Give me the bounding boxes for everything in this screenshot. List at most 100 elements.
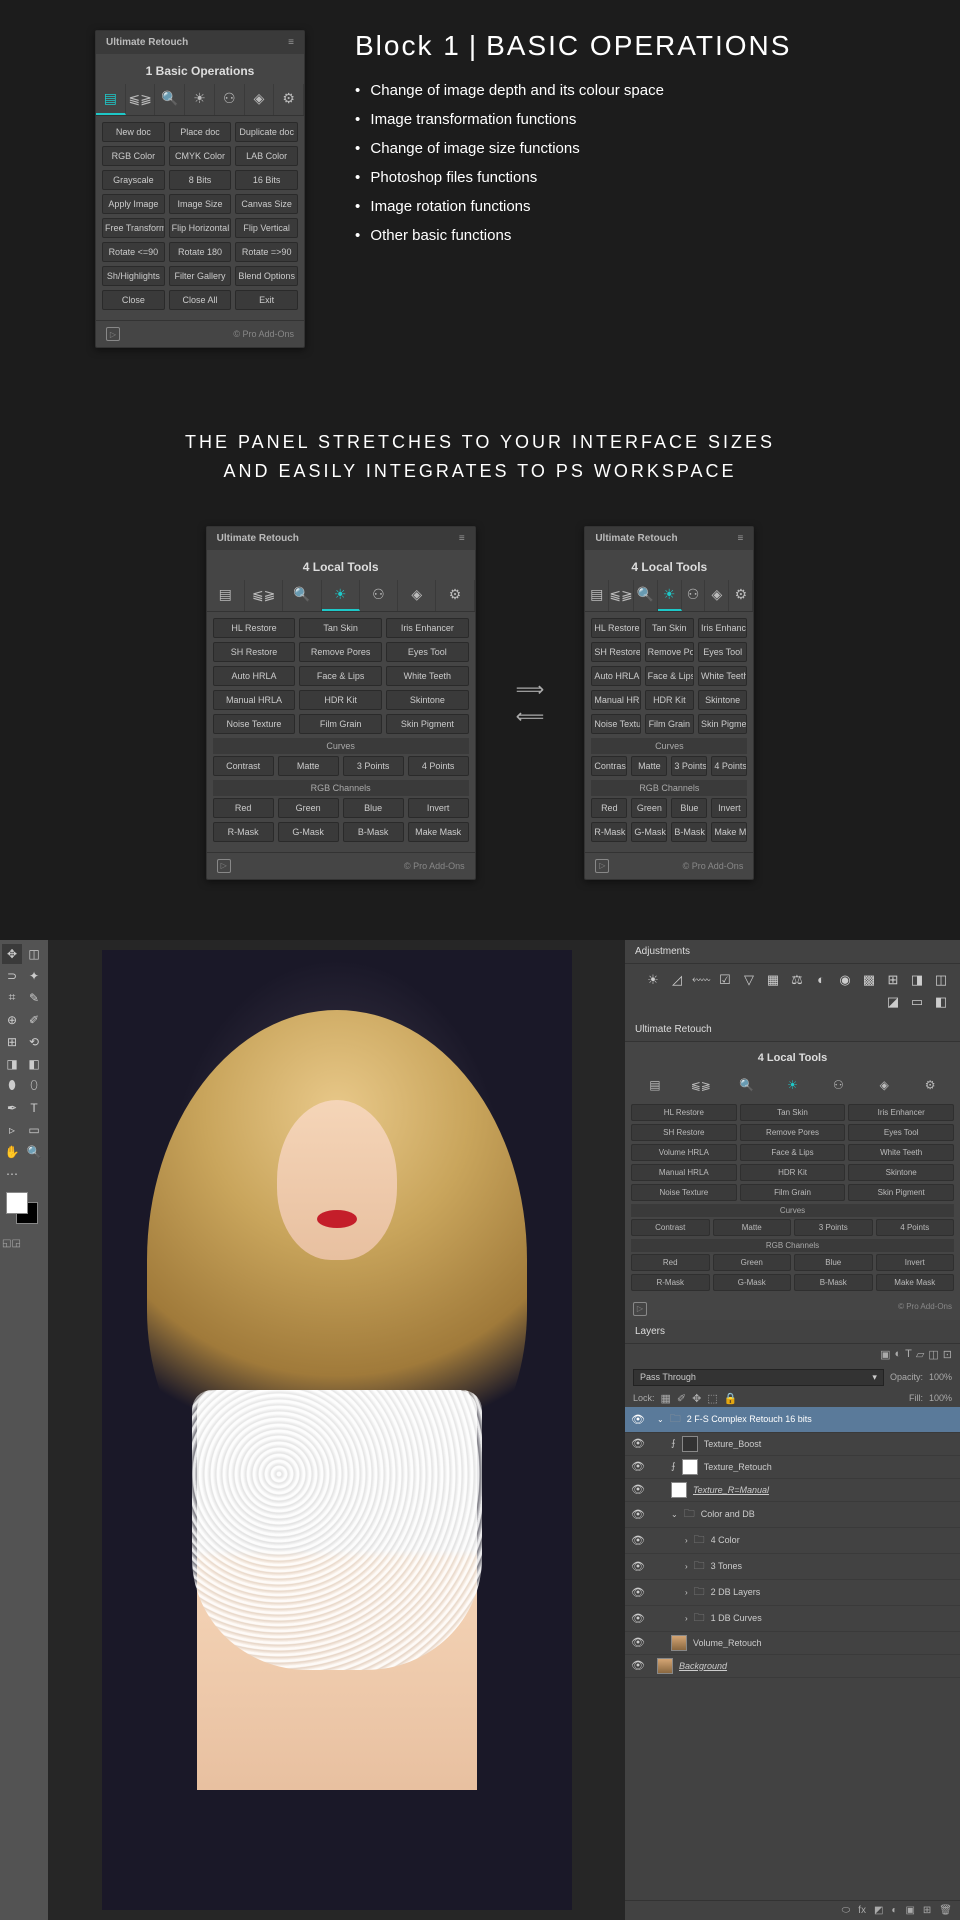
panel-button[interactable]: Red: [213, 798, 274, 818]
photo-filter-icon[interactable]: ◉: [836, 972, 854, 988]
layer-row[interactable]: 👁›🗀1 DB Curves: [625, 1606, 960, 1632]
panel-button[interactable]: Red: [591, 798, 627, 818]
levels-icon[interactable]: ◿: [668, 972, 686, 988]
expand-icon[interactable]: ›: [685, 1536, 688, 1545]
visibility-icon[interactable]: 👁: [631, 1460, 645, 1473]
type-tool-icon[interactable]: T: [24, 1098, 44, 1118]
curves-icon[interactable]: ⬳: [692, 972, 710, 988]
panel-button[interactable]: G-Mask: [278, 822, 339, 842]
panel-button[interactable]: HL Restore: [591, 618, 640, 638]
brush-tool-icon[interactable]: ✐: [24, 1010, 44, 1030]
layer-row[interactable]: 👁⌄🗀Color and DB: [625, 1502, 960, 1528]
tab-magnifier-icon[interactable]: 🔍: [725, 1074, 769, 1096]
filter-image-icon[interactable]: ▣: [880, 1348, 890, 1361]
panel-button[interactable]: Close: [102, 290, 165, 310]
panel-button[interactable]: Manual HRLA: [631, 1164, 737, 1181]
expand-icon[interactable]: ›: [685, 1614, 688, 1623]
panel-button[interactable]: Invert: [408, 798, 469, 818]
panel-button[interactable]: Blue: [671, 798, 707, 818]
panel-button[interactable]: Tan Skin: [645, 618, 694, 638]
tab-diamond-icon[interactable]: ◈: [705, 580, 729, 611]
panel-button[interactable]: Red: [631, 1254, 710, 1271]
panel-button[interactable]: R-Mask: [213, 822, 274, 842]
panel-button[interactable]: Film Grain: [740, 1184, 846, 1201]
panel-button[interactable]: Manual HRLA: [213, 690, 296, 710]
panel-button[interactable]: Skin Pigment: [386, 714, 469, 734]
panel-button[interactable]: HL Restore: [631, 1104, 737, 1121]
lock-all-icon[interactable]: 🔒: [724, 1392, 738, 1405]
tab-gear-icon[interactable]: ⚙: [729, 580, 753, 611]
panel-button[interactable]: Invert: [711, 798, 747, 818]
menu-icon[interactable]: ≡: [288, 37, 294, 48]
panel-button[interactable]: Matte: [631, 756, 667, 776]
panel-button[interactable]: Rotate =>90: [235, 242, 298, 262]
shape-tool-icon[interactable]: ▭: [24, 1120, 44, 1140]
tab-venn-icon[interactable]: ⚇: [816, 1074, 860, 1096]
tab-pulse-icon[interactable]: ⫹⫺: [609, 580, 633, 611]
panel-button[interactable]: 16 Bits: [235, 170, 298, 190]
play-icon[interactable]: ▷: [633, 1302, 647, 1316]
lock-transparency-icon[interactable]: ▦: [661, 1392, 671, 1405]
heal-tool-icon[interactable]: ⊕: [2, 1010, 22, 1030]
filter-toggle-icon[interactable]: ⊡: [943, 1348, 952, 1361]
panel-button[interactable]: Apply Image: [102, 194, 165, 214]
panel-button[interactable]: Iris Enhancer: [698, 618, 747, 638]
filter-text-icon[interactable]: T: [905, 1348, 912, 1361]
gradient-tool-icon[interactable]: ◧: [24, 1054, 44, 1074]
invert-icon[interactable]: ◨: [908, 972, 926, 988]
panel-button[interactable]: B-Mask: [343, 822, 404, 842]
panel-button[interactable]: Auto HRLA: [591, 666, 640, 686]
tab-venn-icon[interactable]: ⚇: [682, 580, 706, 611]
panel-button[interactable]: SH Restore: [631, 1124, 737, 1141]
tab-gear-icon[interactable]: ⚙: [908, 1074, 952, 1096]
panel-button[interactable]: Close All: [169, 290, 232, 310]
panel-button[interactable]: Matte: [713, 1219, 792, 1236]
move-tool-icon[interactable]: ✥: [2, 944, 22, 964]
panel-button[interactable]: SH Restore: [591, 642, 640, 662]
panel-button[interactable]: Contrast: [591, 756, 627, 776]
panel-button[interactable]: Film Grain: [645, 714, 694, 734]
panel-button[interactable]: Skin Pigment: [848, 1184, 954, 1201]
tab-magnifier-icon[interactable]: 🔍: [634, 580, 658, 611]
panel-button[interactable]: Iris Enhancer: [848, 1104, 954, 1121]
panel-button[interactable]: Iris Enhancer: [386, 618, 469, 638]
tab-document-icon[interactable]: ▤: [207, 580, 245, 611]
crop-tool-icon[interactable]: ⌗: [2, 988, 22, 1008]
play-icon[interactable]: ▷: [595, 859, 609, 873]
tab-magnifier-icon[interactable]: 🔍: [155, 84, 185, 115]
panel-button[interactable]: 3 Points: [343, 756, 404, 776]
panel-button[interactable]: SH Restore: [213, 642, 296, 662]
layer-row[interactable]: 👁⨍Texture_Retouch: [625, 1456, 960, 1479]
panel-button[interactable]: G-Mask: [631, 822, 667, 842]
panel-button[interactable]: B-Mask: [671, 822, 707, 842]
fill-value[interactable]: 100%: [929, 1393, 952, 1403]
panel-button[interactable]: Noise Texture: [631, 1184, 737, 1201]
tab-gear-icon[interactable]: ⚙: [274, 84, 304, 115]
panel-button[interactable]: Exit: [235, 290, 298, 310]
layer-row[interactable]: 👁Background: [625, 1655, 960, 1678]
panel-button[interactable]: HDR Kit: [299, 690, 382, 710]
panel-button[interactable]: Blue: [794, 1254, 873, 1271]
filter-smart-icon[interactable]: ◫: [928, 1348, 938, 1361]
lock-pixels-icon[interactable]: ✐: [677, 1392, 686, 1405]
blur-tool-icon[interactable]: ⬮: [2, 1076, 22, 1096]
mask-icon[interactable]: ◩: [874, 1905, 883, 1916]
panel-button[interactable]: G-Mask: [713, 1274, 792, 1291]
tab-sun-icon[interactable]: ☀: [322, 580, 360, 611]
panel-button[interactable]: Face & Lips: [740, 1144, 846, 1161]
panel-button[interactable]: HL Restore: [213, 618, 296, 638]
panel-button[interactable]: Grayscale: [102, 170, 165, 190]
gradient-map-icon[interactable]: ▭: [908, 994, 926, 1010]
menu-icon[interactable]: ≡: [737, 533, 743, 544]
tab-sun-icon[interactable]: ☀: [658, 580, 682, 611]
panel-button[interactable]: Skintone: [698, 690, 747, 710]
panel-button[interactable]: Tan Skin: [740, 1104, 846, 1121]
panel-button[interactable]: Face & Lips: [645, 666, 694, 686]
panel-button[interactable]: Remove Pores: [740, 1124, 846, 1141]
panel-button[interactable]: Canvas Size: [235, 194, 298, 214]
eyedropper-tool-icon[interactable]: ✎: [24, 988, 44, 1008]
panel-button[interactable]: 3 Points: [794, 1219, 873, 1236]
blend-mode-dropdown[interactable]: Pass Through▾: [633, 1369, 884, 1386]
lookup-icon[interactable]: ⊞: [884, 972, 902, 988]
tab-venn-icon[interactable]: ⚇: [360, 580, 398, 611]
